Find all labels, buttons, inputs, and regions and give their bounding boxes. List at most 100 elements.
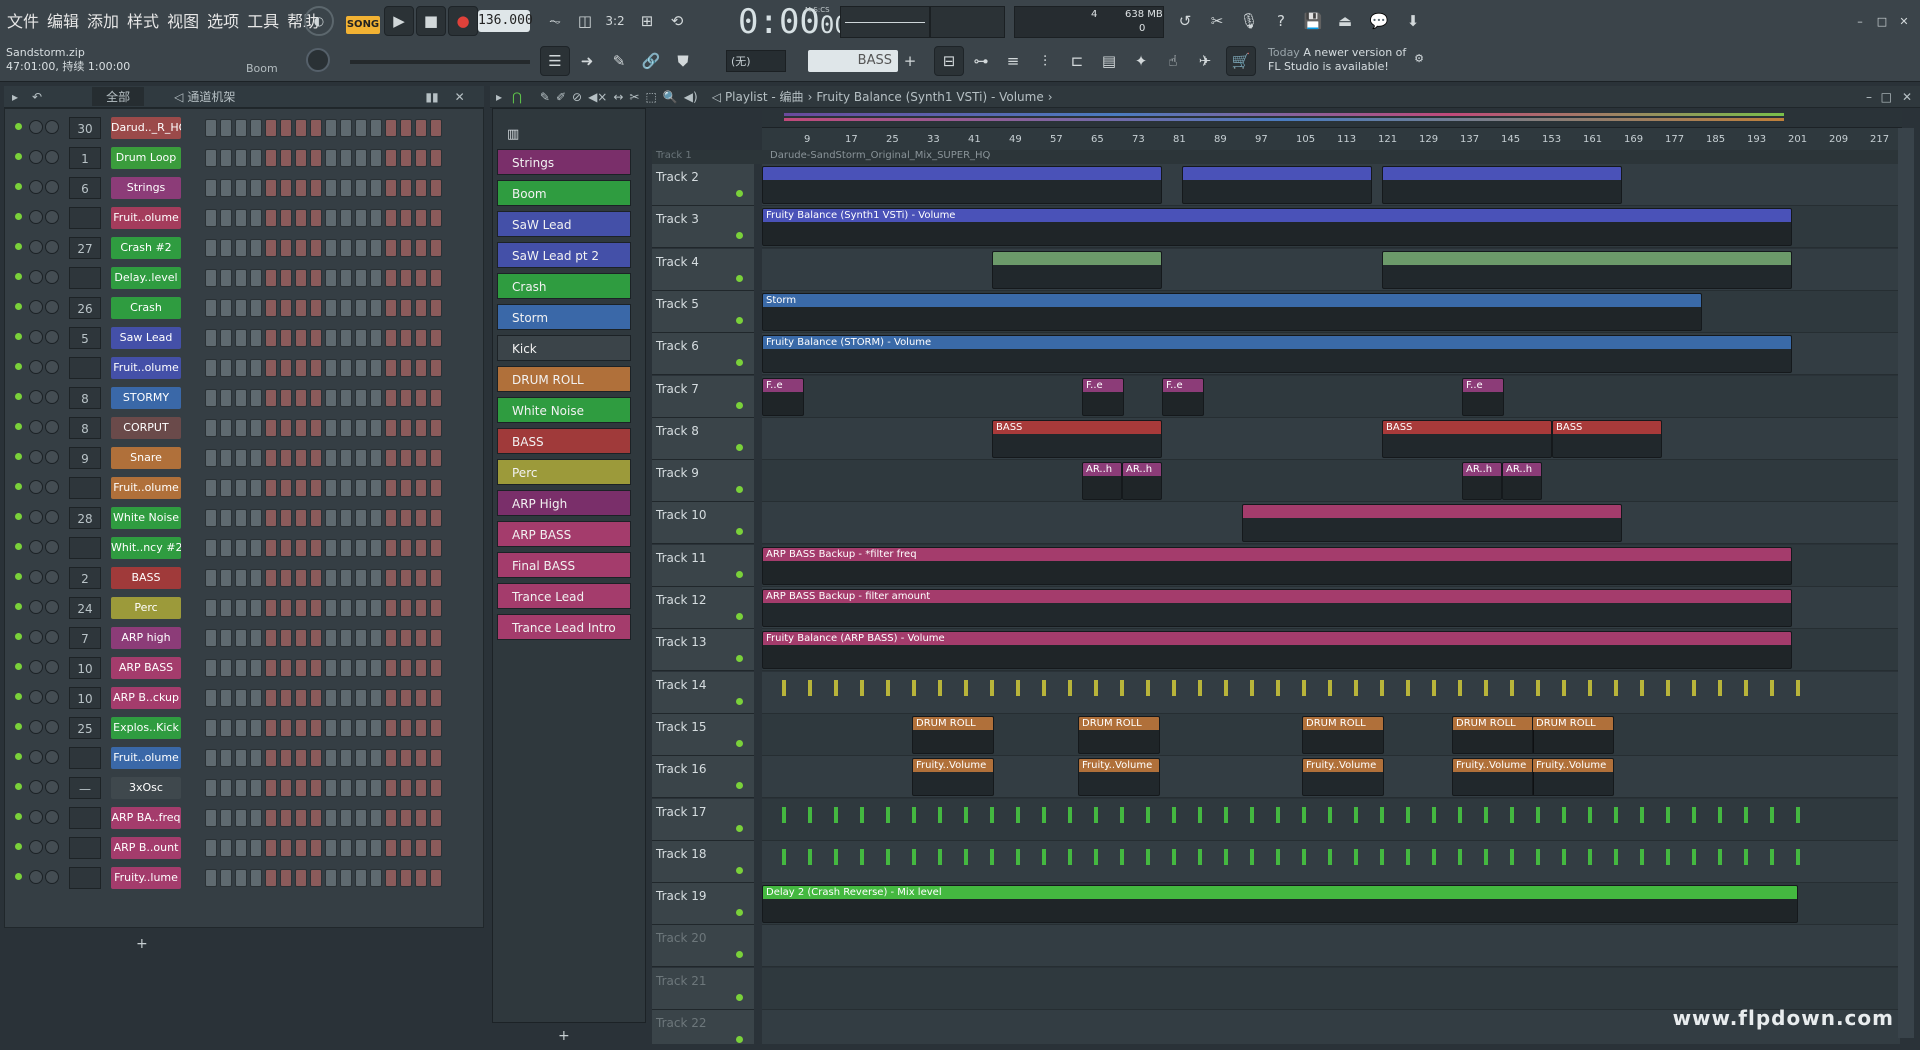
step-button[interactable] bbox=[385, 659, 397, 677]
step-button[interactable] bbox=[385, 599, 397, 617]
step-button[interactable] bbox=[280, 629, 292, 647]
step-button[interactable] bbox=[235, 329, 247, 347]
step-button[interactable] bbox=[415, 119, 427, 137]
channel-enable-led[interactable] bbox=[15, 423, 22, 430]
step-button[interactable] bbox=[295, 479, 307, 497]
track-enable-led[interactable] bbox=[736, 486, 743, 494]
link-icon[interactable]: 🔗 bbox=[636, 46, 666, 76]
step-button[interactable] bbox=[400, 869, 412, 887]
step-button[interactable] bbox=[400, 809, 412, 827]
step-button[interactable] bbox=[325, 839, 337, 857]
step-button[interactable] bbox=[325, 389, 337, 407]
step-button[interactable] bbox=[430, 539, 442, 557]
step-button[interactable] bbox=[385, 329, 397, 347]
stop-button[interactable]: ■ bbox=[416, 6, 446, 36]
master-volume-knob[interactable] bbox=[306, 48, 330, 72]
step-button[interactable] bbox=[400, 269, 412, 287]
step-button[interactable] bbox=[250, 569, 262, 587]
pattern-item[interactable]: Final BASS bbox=[497, 552, 631, 578]
step-button[interactable] bbox=[280, 539, 292, 557]
step-button[interactable] bbox=[370, 299, 382, 317]
step-button[interactable] bbox=[385, 779, 397, 797]
step-button[interactable] bbox=[385, 869, 397, 887]
step-button[interactable] bbox=[430, 719, 442, 737]
step-button[interactable] bbox=[400, 569, 412, 587]
step-button[interactable] bbox=[340, 359, 352, 377]
step-button[interactable] bbox=[235, 509, 247, 527]
step-button[interactable] bbox=[325, 419, 337, 437]
track-enable-led[interactable] bbox=[736, 274, 743, 282]
step-button[interactable] bbox=[385, 119, 397, 137]
step-button[interactable] bbox=[415, 539, 427, 557]
channel-enable-led[interactable] bbox=[15, 453, 22, 460]
track-lane[interactable]: ARP BASS Backup - *filter freq bbox=[762, 544, 1900, 587]
step-button[interactable] bbox=[355, 149, 367, 167]
pattern-item[interactable]: Trance Lead Intro bbox=[497, 614, 631, 640]
step-button[interactable] bbox=[340, 719, 352, 737]
step-button[interactable] bbox=[235, 239, 247, 257]
menu-add[interactable]: 添加 bbox=[86, 8, 120, 32]
step-button[interactable] bbox=[430, 509, 442, 527]
step-button[interactable] bbox=[205, 269, 217, 287]
track-lane[interactable]: ARP BASS Backup - filter amount bbox=[762, 587, 1900, 629]
channel-name-button[interactable]: Explos..Kick bbox=[111, 717, 181, 739]
step-button[interactable] bbox=[415, 689, 427, 707]
channel-name-button[interactable]: BASS bbox=[111, 567, 181, 589]
step-button[interactable] bbox=[400, 179, 412, 197]
step-button[interactable] bbox=[295, 389, 307, 407]
channel-pan-knob[interactable] bbox=[29, 300, 43, 314]
channel-enable-led[interactable] bbox=[15, 363, 22, 370]
channel-mixer-track[interactable]: 10 bbox=[69, 687, 101, 709]
step-button[interactable] bbox=[250, 869, 262, 887]
step-button[interactable] bbox=[385, 389, 397, 407]
playlist-clip[interactable]: F..e bbox=[1082, 377, 1124, 416]
step-button[interactable] bbox=[400, 659, 412, 677]
track-lane[interactable]: Fruity Balance (Synth1 VSTi) - Volume bbox=[762, 206, 1900, 249]
step-button[interactable] bbox=[340, 209, 352, 227]
step-button[interactable] bbox=[250, 539, 262, 557]
step-button[interactable] bbox=[295, 659, 307, 677]
step-button[interactable] bbox=[370, 119, 382, 137]
pattern-song-toggle[interactable]: ◐ bbox=[304, 6, 334, 36]
channel-mixer-track[interactable]: 6 bbox=[69, 177, 101, 199]
step-button[interactable] bbox=[415, 209, 427, 227]
step-button[interactable] bbox=[355, 119, 367, 137]
playlist-overview[interactable] bbox=[762, 110, 1902, 128]
step-button[interactable] bbox=[370, 569, 382, 587]
step-button[interactable] bbox=[385, 569, 397, 587]
step-button[interactable] bbox=[430, 149, 442, 167]
step-button[interactable] bbox=[205, 809, 217, 827]
step-button[interactable] bbox=[235, 179, 247, 197]
playlist-clip[interactable]: DRUM ROLL bbox=[1302, 715, 1384, 754]
step-button[interactable] bbox=[355, 359, 367, 377]
menu-options[interactable]: 选项 bbox=[206, 8, 240, 32]
channel-volume-knob[interactable] bbox=[45, 720, 59, 734]
channel-name-button[interactable]: ARP B..ount bbox=[111, 837, 181, 859]
snap-select[interactable]: (无) bbox=[726, 50, 786, 72]
step-button[interactable] bbox=[430, 329, 442, 347]
step-button[interactable] bbox=[250, 839, 262, 857]
step-button[interactable] bbox=[265, 479, 277, 497]
step-button[interactable] bbox=[430, 809, 442, 827]
step-button[interactable] bbox=[385, 629, 397, 647]
track-enable-led[interactable] bbox=[736, 190, 743, 197]
step-button[interactable] bbox=[325, 869, 337, 887]
channel-pan-knob[interactable] bbox=[29, 240, 43, 254]
track-lane[interactable] bbox=[762, 798, 1900, 841]
step-button[interactable] bbox=[355, 749, 367, 767]
track-header[interactable]: Track 22 bbox=[652, 1010, 754, 1044]
magic-icon[interactable]: ✈ bbox=[1190, 46, 1220, 76]
step-button[interactable] bbox=[415, 719, 427, 737]
step-button[interactable] bbox=[415, 149, 427, 167]
track-enable-led[interactable] bbox=[736, 697, 743, 705]
step-button[interactable] bbox=[325, 119, 337, 137]
channel-volume-knob[interactable] bbox=[45, 420, 59, 434]
step-button[interactable] bbox=[265, 269, 277, 287]
step-button[interactable] bbox=[370, 689, 382, 707]
step-button[interactable] bbox=[265, 569, 277, 587]
step-button[interactable] bbox=[415, 239, 427, 257]
track-header[interactable]: Track 6 bbox=[652, 333, 754, 376]
step-button[interactable] bbox=[295, 779, 307, 797]
channel-enable-led[interactable] bbox=[15, 393, 22, 400]
step-button[interactable] bbox=[235, 569, 247, 587]
